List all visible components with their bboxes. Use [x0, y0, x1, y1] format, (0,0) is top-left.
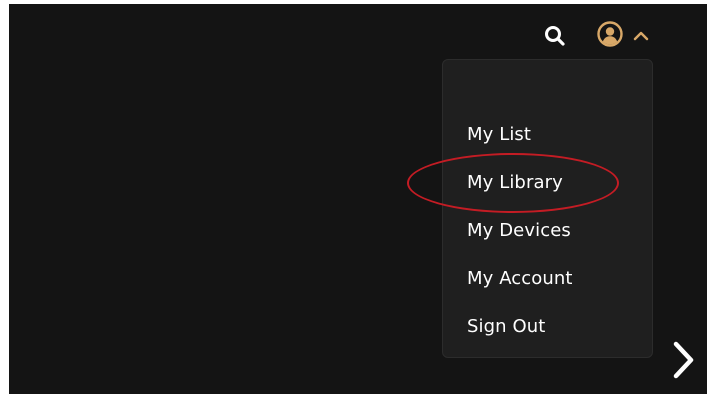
menu-item-sign-out[interactable]: Sign Out: [467, 316, 545, 337]
menu-item-my-library[interactable]: My Library: [467, 172, 563, 193]
menu-item-my-account[interactable]: My Account: [467, 268, 573, 289]
profile-dropdown-menu: My List My Library My Devices My Account…: [442, 59, 653, 358]
user-circle-icon: [597, 21, 623, 47]
profile-menu-toggle[interactable]: [597, 21, 657, 49]
chevron-up-icon: [633, 27, 649, 41]
chevron-right-icon[interactable]: [671, 338, 697, 382]
menu-item-my-list[interactable]: My List: [467, 124, 531, 145]
app-screen: My List My Library My Devices My Account…: [9, 4, 707, 394]
search-icon[interactable]: [543, 24, 567, 48]
menu-item-my-devices[interactable]: My Devices: [467, 220, 571, 241]
